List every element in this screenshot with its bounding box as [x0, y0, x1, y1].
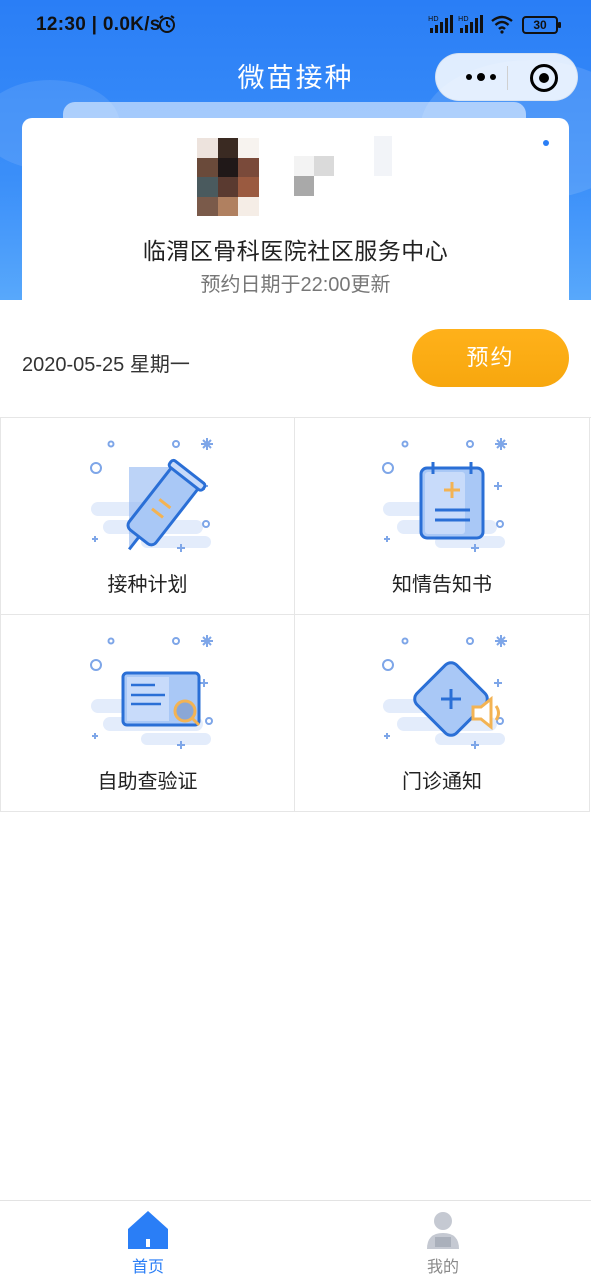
syringe-icon — [90, 438, 213, 552]
alarm-icon — [159, 15, 175, 33]
grid-item-label: 知情告知书 — [392, 574, 492, 596]
grid-item-label: 门诊通知 — [402, 771, 482, 793]
grid-item-self-check[interactable]: 自助查验证 — [0, 615, 295, 812]
user-icon — [427, 1212, 459, 1249]
update-note: 预约日期于22:00更新 — [200, 274, 391, 296]
grid-item-label: 接种计划 — [107, 574, 188, 596]
organization-name: 临渭区骨科医院社区服务中心 — [142, 238, 449, 264]
obscured-username — [294, 156, 334, 196]
signal-hd-icon: HD — [458, 15, 483, 33]
clinic-card: 临渭区骨科医院社区服务中心 预约日期于22:00更新 — [22, 118, 569, 318]
booking-date: 2020-05-25 星期一 — [22, 354, 190, 376]
grid-item-informed-consent[interactable]: 知情告知书 — [295, 418, 590, 615]
bottom-tab-bar: 首页 我的 — [0, 1200, 591, 1280]
status-time: 12:30 | 0.0K/s — [36, 14, 161, 35]
grid-item-clinic-notice[interactable]: 门诊通知 — [295, 615, 590, 812]
close-miniprogram-icon[interactable] — [530, 64, 558, 92]
tab-label: 首页 — [131, 1259, 164, 1276]
avatar — [197, 138, 259, 216]
book-button[interactable]: 预约 — [412, 329, 569, 387]
obscured-username — [374, 136, 392, 176]
indicator-dot — [543, 140, 549, 146]
home-icon — [128, 1211, 168, 1249]
wifi-icon — [491, 15, 513, 34]
booking-row: 2020-05-25 星期一 预约 — [0, 318, 591, 413]
notebook-icon — [382, 438, 507, 552]
more-options-icon[interactable] — [454, 54, 508, 100]
certificate-search-icon — [90, 635, 213, 749]
grid-item-vaccination-plan[interactable]: 接种计划 — [0, 418, 295, 615]
capsule-divider — [507, 66, 508, 90]
tab-home[interactable]: 首页 — [88, 1207, 208, 1277]
feature-grid: 接种计划 知情告知书 自助查验证 门诊通知 — [0, 417, 591, 812]
battery-icon: 30 — [522, 16, 561, 34]
miniprogram-capsule — [435, 53, 578, 101]
speaker-notice-icon — [382, 635, 507, 749]
tab-label: 我的 — [426, 1259, 459, 1276]
svg-text:HD: HD — [428, 15, 439, 23]
svg-text:HD: HD — [458, 15, 469, 23]
tab-mine[interactable]: 我的 — [383, 1207, 503, 1277]
grid-item-label: 自助查验证 — [97, 771, 198, 793]
signal-hd-icon: HD — [428, 15, 453, 33]
status-bar: 12:30 | 0.0K/s HD HD 30 — [0, 0, 591, 50]
